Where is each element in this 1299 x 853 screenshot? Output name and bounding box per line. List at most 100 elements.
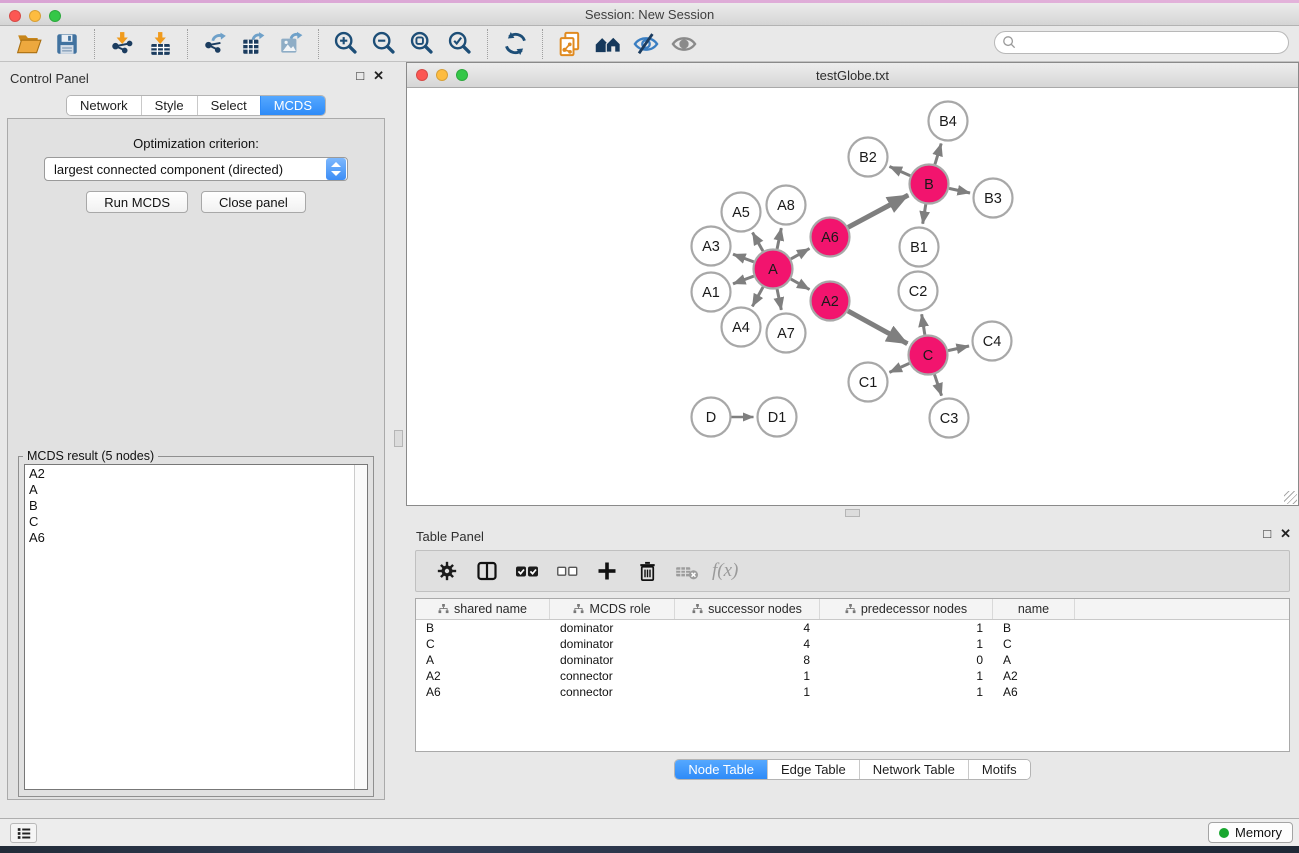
graph-edge-C-C2[interactable] [922,314,925,335]
table-cell[interactable]: B [993,620,1075,636]
new-network-from-selection-icon[interactable] [555,30,585,58]
tab-motifs[interactable]: Motifs [968,760,1030,779]
hide-selected-icon[interactable] [631,30,661,58]
first-neighbors-icon[interactable] [593,30,623,58]
add-column-icon[interactable] [590,556,624,586]
table-row[interactable]: Bdominator41B [416,620,1289,636]
graph-edge-A-A8[interactable] [777,228,781,249]
table-cell[interactable] [1075,668,1289,684]
table-cell[interactable]: C [993,636,1075,652]
save-session-icon[interactable] [52,30,82,58]
network-window-titlebar[interactable]: testGlobe.txt [407,63,1298,88]
table-cell[interactable]: 0 [820,652,993,668]
table-cell[interactable]: C [416,636,550,652]
zoom-in-icon[interactable] [331,30,361,58]
table-cell[interactable]: A6 [993,684,1075,700]
export-image-icon[interactable] [276,30,306,58]
result-item[interactable]: A2 [29,466,350,482]
table-cell[interactable] [1075,620,1289,636]
table-cell[interactable]: A2 [993,668,1075,684]
column-view-icon[interactable] [470,556,504,586]
run-mcds-button[interactable]: Run MCDS [86,191,188,213]
table-cell[interactable]: dominator [550,652,675,668]
graph-edge-C-C3[interactable] [934,374,941,395]
criterion-dropdown[interactable]: largest connected component (directed) [44,157,348,181]
table-cell[interactable]: dominator [550,636,675,652]
graph-edge-A-A2[interactable] [791,279,810,289]
graph-edge-A-A1[interactable] [733,276,754,284]
graph-edge-B-B3[interactable] [949,188,970,193]
column-header-shared-name[interactable]: shared name [416,599,550,619]
table-cell[interactable]: dominator [550,620,675,636]
graph-edge-B-B4[interactable] [935,143,941,164]
graph-edge-A-A7[interactable] [777,289,781,310]
splitter-grip-vertical[interactable] [394,430,403,447]
table-cell[interactable] [1075,684,1289,700]
zoom-selected-icon[interactable] [445,30,475,58]
table-cell[interactable]: 4 [675,636,820,652]
column-header-name[interactable]: name [993,599,1075,619]
table-row[interactable]: Cdominator41C [416,636,1289,652]
table-cell[interactable]: connector [550,684,675,700]
table-cell[interactable]: 1 [820,620,993,636]
close-table-panel-icon[interactable]: ✕ [1280,526,1291,542]
table-cell[interactable] [1075,652,1289,668]
result-list-scrollbar[interactable] [354,465,367,789]
table-settings-gear-icon[interactable] [430,556,464,586]
graph-edge-A-A5[interactable] [753,232,763,251]
close-panel-icon[interactable]: ✕ [373,68,384,84]
network-canvas[interactable]: B4B2BB3A8A5A6A3B1AA1C2A2A4A7C4CC1C3DD1 [407,88,1298,505]
table-row[interactable]: A6connector11A6 [416,684,1289,700]
table-cell[interactable]: 1 [675,668,820,684]
table-cell[interactable]: A [993,652,1075,668]
float-panel-icon[interactable]: □ [356,68,364,84]
table-cell[interactable]: 1 [820,636,993,652]
tab-mcds[interactable]: MCDS [260,96,325,115]
task-history-button[interactable] [10,823,37,843]
import-network-icon[interactable] [107,30,137,58]
result-item[interactable]: A6 [29,530,350,546]
table-cell[interactable]: B [416,620,550,636]
import-table-icon[interactable] [145,30,175,58]
deselect-all-checkboxes-icon[interactable] [550,556,584,586]
show-all-icon[interactable] [669,30,699,58]
graph-edge-A2-C[interactable] [848,311,907,344]
table-cell[interactable]: 1 [675,684,820,700]
mcds-result-list[interactable]: A2ABCA6 [24,464,368,790]
result-item[interactable]: A [29,482,350,498]
table-cell[interactable]: 1 [820,668,993,684]
tab-network[interactable]: Network [67,96,141,115]
column-header-predecessor-nodes[interactable]: predecessor nodes [820,599,993,619]
delete-column-trash-icon[interactable] [630,556,664,586]
table-row[interactable]: Adominator80A [416,652,1289,668]
table-cell[interactable]: A [416,652,550,668]
table-cell[interactable]: 1 [820,684,993,700]
export-network-icon[interactable] [200,30,230,58]
memory-button[interactable]: Memory [1208,822,1293,843]
table-cell[interactable]: 8 [675,652,820,668]
column-header-successor-nodes[interactable]: successor nodes [675,599,820,619]
result-item[interactable]: C [29,514,350,530]
graph-edge-A6-B[interactable] [848,195,908,227]
splitter-grip-horizontal[interactable] [845,509,860,517]
window-titlebar[interactable]: Session: New Session [0,3,1299,26]
open-file-icon[interactable] [14,30,44,58]
result-item[interactable]: B [29,498,350,514]
column-header-mcds-role[interactable]: MCDS role [550,599,675,619]
graph-edge-A-A6[interactable] [791,249,810,259]
network-graph[interactable]: B4B2BB3A8A5A6A3B1AA1C2A2A4A7C4CC1C3DD1 [407,88,1298,505]
graph-edge-B-B1[interactable] [923,204,926,224]
tab-select[interactable]: Select [197,96,260,115]
window-resize-handle[interactable] [1284,491,1297,504]
zoom-out-icon[interactable] [369,30,399,58]
graph-edge-A-A4[interactable] [752,287,763,306]
table-cell[interactable] [1075,636,1289,652]
graph-edge-B-B2[interactable] [889,167,910,176]
graph-edge-A-A3[interactable] [733,254,754,262]
close-panel-button[interactable]: Close panel [201,191,306,213]
tab-style[interactable]: Style [141,96,197,115]
apply-layout-icon[interactable] [500,30,530,58]
graph-edge-C-C4[interactable] [948,346,969,351]
graph-edge-C-C1[interactable] [889,363,909,372]
tab-edge-table[interactable]: Edge Table [767,760,859,779]
